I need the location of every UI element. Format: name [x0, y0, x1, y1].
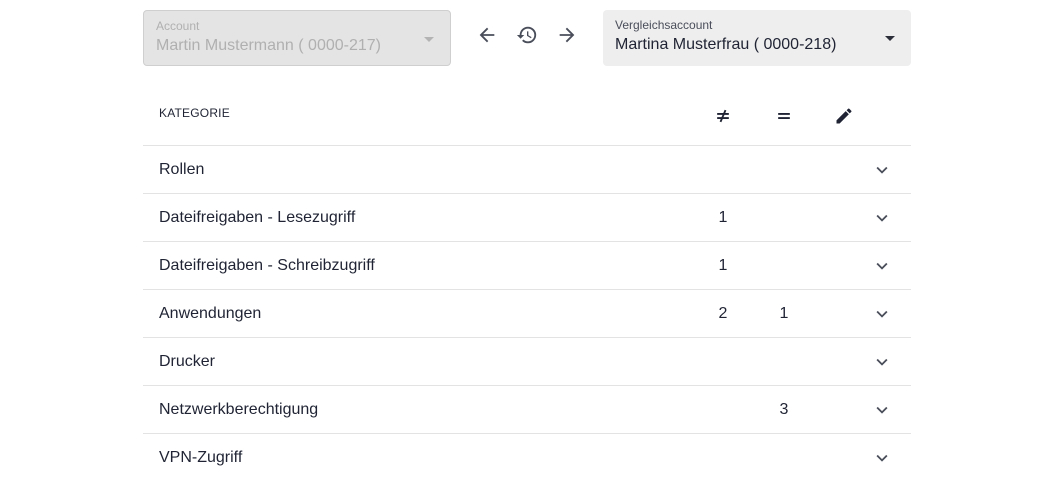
- not-equal-icon: [711, 104, 735, 128]
- arrow-left-icon: [479, 27, 495, 43]
- row-diff-count: 1: [718, 209, 728, 226]
- chevron-down-icon[interactable]: [871, 447, 893, 469]
- row-category: VPN-Zugriff: [159, 449, 243, 466]
- chevron-down-icon[interactable]: [871, 207, 893, 229]
- row-same-count: 3: [779, 401, 789, 418]
- equal-icon: [772, 104, 796, 128]
- chevron-down-icon[interactable]: [871, 399, 893, 421]
- account-select: Account Martin Mustermann ( 0000-217): [143, 10, 451, 66]
- chevron-down-icon[interactable]: [871, 159, 893, 181]
- back-button[interactable]: [474, 22, 500, 48]
- forward-button[interactable]: [554, 22, 580, 48]
- table-row[interactable]: Dateifreigaben - Lesezugriff 1: [143, 194, 911, 242]
- account-select-label: Account: [156, 19, 200, 33]
- table-row[interactable]: Rollen: [143, 146, 911, 194]
- dropdown-caret-icon[interactable]: [885, 36, 895, 41]
- row-category: Netzwerkberechtigung: [159, 401, 319, 418]
- row-diff-count: 2: [718, 305, 728, 322]
- comparison-table: KATEGORIE Rollen Dateifreigaben - Lesezu…: [143, 82, 911, 481]
- row-category: Dateifreigaben - Schreibzugriff: [159, 257, 375, 274]
- row-category: Anwendungen: [159, 305, 262, 322]
- table-row[interactable]: Anwendungen 2 1: [143, 290, 911, 338]
- row-category: Dateifreigaben - Lesezugriff: [159, 209, 356, 226]
- history-button[interactable]: [514, 22, 540, 48]
- category-column-header: KATEGORIE: [159, 106, 230, 120]
- history-icon: [516, 26, 537, 44]
- table-row[interactable]: VPN-Zugriff: [143, 434, 911, 481]
- compare-account-select[interactable]: Vergleichsaccount Martina Musterfrau ( 0…: [603, 10, 911, 66]
- account-select-value: Martin Mustermann ( 0000-217): [156, 37, 381, 54]
- chevron-down-icon[interactable]: [871, 303, 893, 325]
- row-category: Rollen: [159, 161, 205, 178]
- table-row[interactable]: Drucker: [143, 338, 911, 386]
- compare-select-label: Vergleichsaccount: [615, 18, 713, 32]
- row-category: Drucker: [159, 353, 216, 370]
- table-header: KATEGORIE: [143, 82, 911, 146]
- table-row[interactable]: Netzwerkberechtigung 3: [143, 386, 911, 434]
- row-same-count: 1: [779, 305, 789, 322]
- row-diff-count: 1: [718, 257, 728, 274]
- chevron-down-icon[interactable]: [871, 255, 893, 277]
- compare-select-value: Martina Musterfrau ( 0000-218): [615, 36, 837, 53]
- pencil-icon: [832, 104, 856, 128]
- account-compare-page: Account Martin Mustermann ( 0000-217) Ve…: [0, 0, 1061, 495]
- table-body: Rollen Dateifreigaben - Lesezugriff 1 Da…: [143, 146, 911, 481]
- arrow-right-icon: [559, 27, 575, 43]
- table-row[interactable]: Dateifreigaben - Schreibzugriff 1: [143, 242, 911, 290]
- dropdown-caret-icon: [424, 37, 434, 42]
- chevron-down-icon[interactable]: [871, 351, 893, 373]
